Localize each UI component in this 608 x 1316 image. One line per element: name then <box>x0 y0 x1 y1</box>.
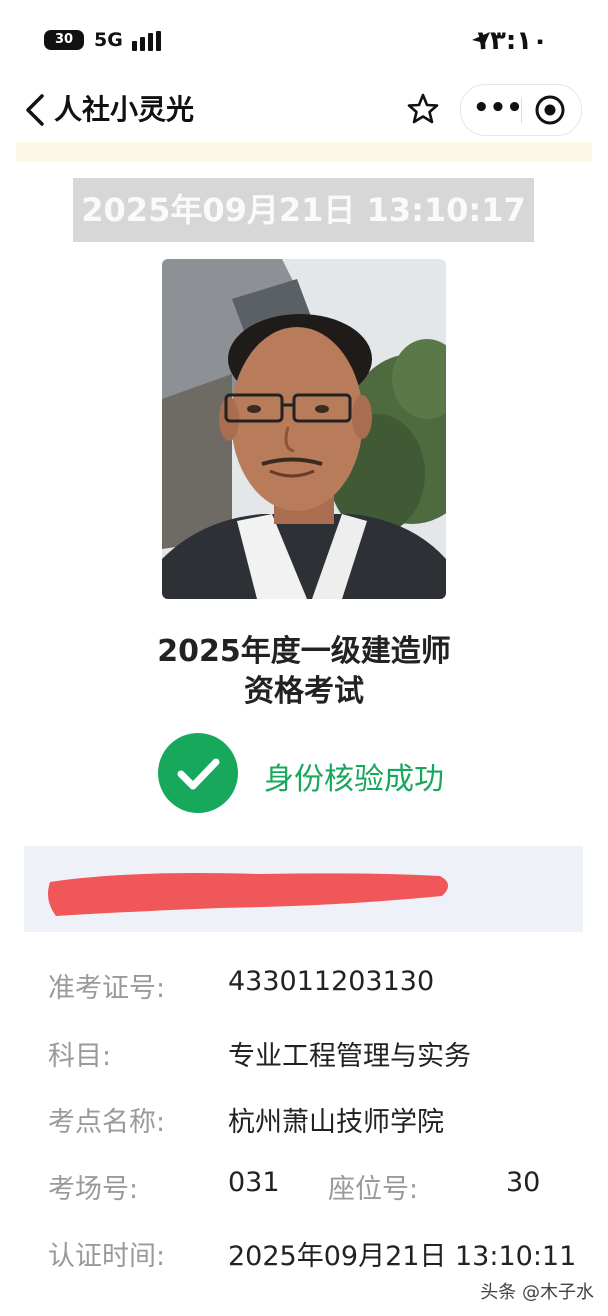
status-bar: 30 5G ١٣:١٠ <box>0 0 608 80</box>
clock-time: ١٣:١٠ <box>474 26 548 56</box>
more-menu-button[interactable]: ••• <box>473 93 523 127</box>
notice-banner <box>16 142 592 162</box>
target-circle-icon[interactable] <box>533 93 567 127</box>
exam-room-value: 031 <box>228 1167 280 1198</box>
exam-title: 2025年度一级建造师 资格考试 <box>0 632 608 712</box>
subject-label: 科目: <box>48 1041 112 1072</box>
seat-number-label: 座位号: <box>328 1174 419 1205</box>
exam-site-value: 杭州萧山技师学院 <box>228 1107 444 1138</box>
candidate-photo <box>162 259 446 599</box>
mini-program-capsule: ••• <box>460 84 582 136</box>
timestamp-box: 2025年09月21日 13:10:17 <box>73 178 534 242</box>
admission-number-value: 433011203130 <box>228 966 435 997</box>
photo-illustration <box>162 259 446 599</box>
check-circle-icon <box>158 733 238 813</box>
cert-time-value: 2025年09月21日 13:10:11 <box>228 1241 577 1272</box>
exam-title-line2: 资格考试 <box>244 674 364 709</box>
page-title: 人社小灵光 <box>54 93 195 126</box>
subject-value: 专业工程管理与实务 <box>228 1041 471 1072</box>
exam-room-label: 考场号: <box>48 1174 139 1205</box>
signal-icon <box>132 31 166 51</box>
chevron-left-icon[interactable] <box>20 90 50 130</box>
timestamp: 2025年09月21日 13:10:17 <box>81 191 526 229</box>
battery-icon: 30 <box>44 30 84 50</box>
seat-number-value: 30 <box>506 1167 541 1198</box>
exam-title-line1: 2025年度一级建造师 <box>157 634 451 669</box>
exam-site-label: 考点名称: <box>48 1107 166 1138</box>
cert-time-label: 认证时间: <box>48 1241 166 1272</box>
redaction-mark <box>48 873 449 916</box>
nav-bar: 人社小灵光 ••• <box>0 80 608 140</box>
capsule-divider <box>521 97 522 123</box>
network-type: 5G <box>94 29 123 51</box>
admission-number-label: 准考证号: <box>48 973 166 1004</box>
star-outline-icon[interactable] <box>404 90 442 128</box>
source-watermark: 头条 @木子水 <box>480 1282 594 1303</box>
verify-status: 身份核验成功 <box>264 762 444 797</box>
